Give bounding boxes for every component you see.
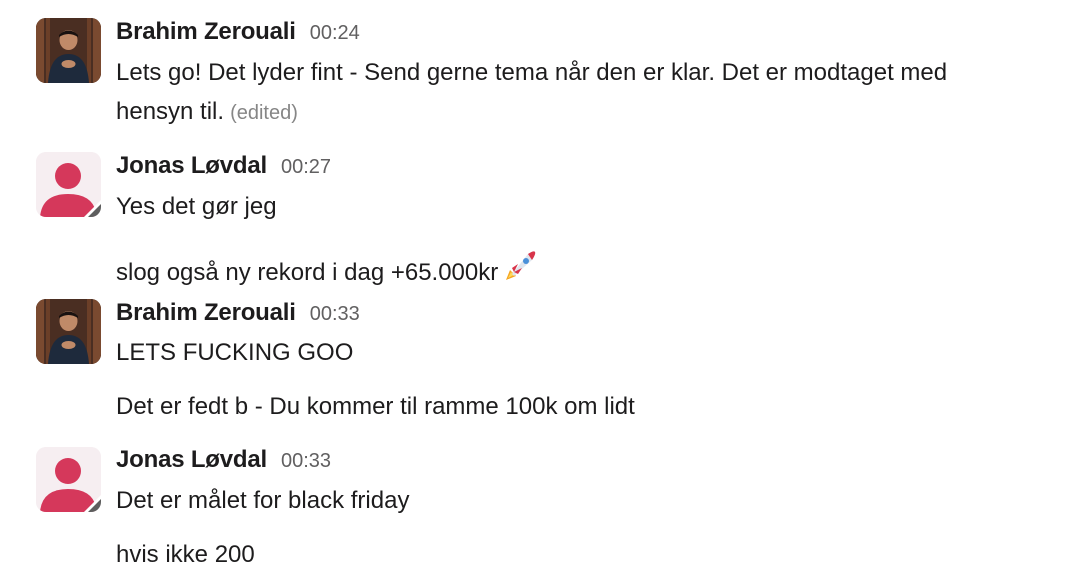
timestamp[interactable]: 00:27 (281, 156, 331, 179)
message-text: Det er fedt b - Du kommer til ramme 100k… (116, 393, 635, 420)
avatar[interactable] (36, 18, 101, 83)
sender-name[interactable]: Jonas Løvdal (116, 446, 267, 474)
user-photo-icon (36, 18, 101, 83)
timestamp[interactable]: 00:24 (310, 22, 360, 45)
message-text: Yes det gør jeg (116, 193, 277, 220)
rocket-icon (500, 248, 538, 293)
default-user-icon (36, 447, 101, 512)
user-photo-icon (36, 299, 101, 364)
message-header: Jonas Løvdal 00:27 (116, 152, 331, 180)
sender-name[interactable]: Brahim Zerouali (116, 18, 296, 46)
avatar[interactable] (36, 152, 101, 217)
edited-label: (edited) (230, 102, 298, 124)
timestamp[interactable]: 00:33 (281, 450, 331, 473)
message-text: slog også ny rekord i dag +65.000kr (116, 259, 499, 286)
message-list: Brahim Zerouali 00:24 Lets go! Det lyder… (0, 0, 1074, 588)
message-header: Brahim Zerouali 00:24 (116, 18, 360, 46)
sender-name[interactable]: Jonas Løvdal (116, 152, 267, 180)
message-text: LETS FUCKING GOO (116, 339, 354, 366)
timestamp[interactable]: 00:33 (310, 303, 360, 326)
avatar[interactable] (36, 299, 101, 364)
message-text: Lets go! Det lyder fint - Send gerne tem… (116, 59, 948, 86)
message-header: Jonas Løvdal 00:33 (116, 446, 331, 474)
message-text-line: hensyn til. (edited) (116, 98, 298, 127)
sender-name[interactable]: Brahim Zerouali (116, 299, 296, 327)
message-text: Det er målet for black friday (116, 487, 410, 514)
default-user-icon (36, 152, 101, 217)
avatar[interactable] (36, 447, 101, 512)
message-text: hvis ikke 200 (116, 541, 255, 568)
message-text: hensyn til. (116, 98, 225, 125)
message-text-line: slog også ny rekord i dag +65.000kr (116, 248, 538, 293)
message-header: Brahim Zerouali 00:33 (116, 299, 360, 327)
